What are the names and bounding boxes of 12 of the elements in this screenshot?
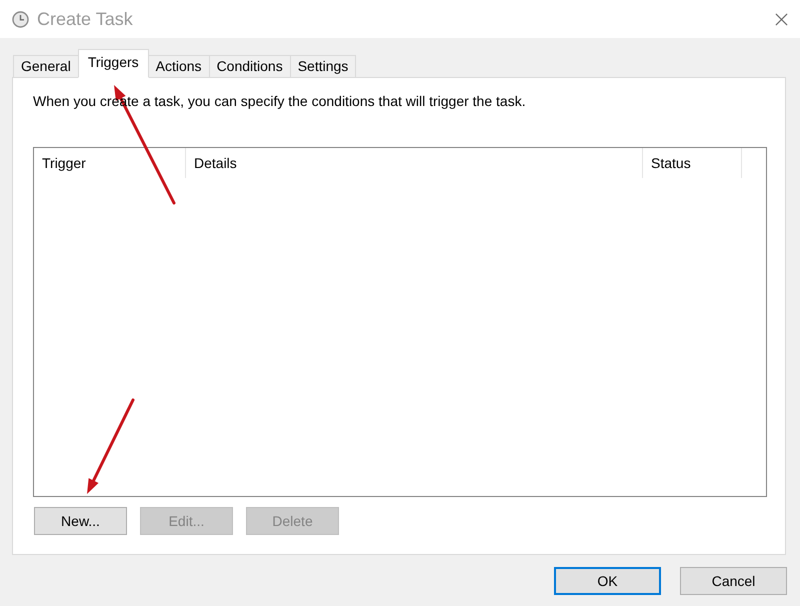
clock-icon — [12, 10, 29, 28]
column-header[interactable]: Status — [651, 155, 691, 171]
trigger-button[interactable]: New... — [34, 507, 127, 535]
tab[interactable]: General — [13, 55, 79, 78]
close-icon[interactable] — [775, 12, 788, 26]
column-header[interactable]: Details — [194, 155, 237, 171]
tab[interactable]: Settings — [290, 55, 356, 78]
tab[interactable]: Triggers — [78, 49, 149, 78]
dialog-button[interactable]: Cancel — [680, 567, 787, 595]
dialog-button[interactable]: OK — [554, 567, 661, 595]
column-header[interactable]: Trigger — [42, 155, 86, 171]
window-title: Create Task — [37, 8, 133, 30]
